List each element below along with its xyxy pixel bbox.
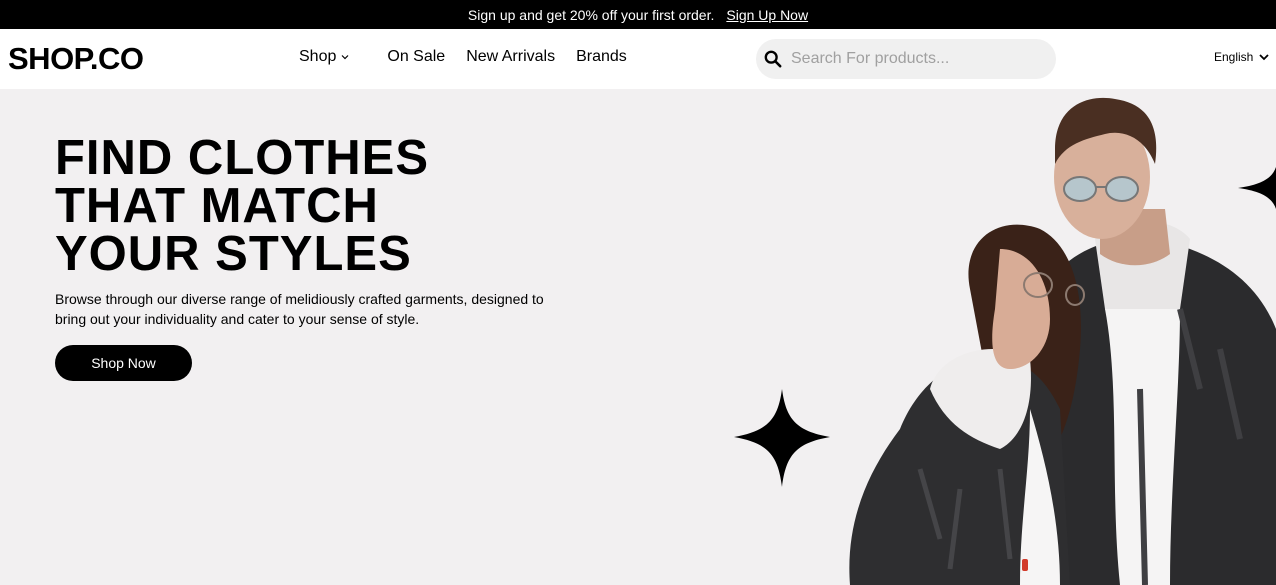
woman-figure — [849, 224, 1085, 585]
nav-on-sale[interactable]: On Sale — [387, 48, 445, 66]
sign-up-link[interactable]: Sign Up Now — [726, 7, 808, 23]
nav-shop[interactable]: Shop — [299, 48, 349, 66]
language-select[interactable]: English — [1214, 50, 1269, 64]
site-header: SHOP.CO Shop On Sale New Arrivals Brands… — [0, 29, 1276, 89]
main-nav: Shop On Sale New Arrivals Brands — [299, 48, 627, 66]
hero-description: Browse through our diverse range of meli… — [55, 291, 544, 327]
chevron-down-icon — [341, 55, 349, 60]
sparkle-star-icon — [734, 389, 830, 487]
language-label: English — [1214, 50, 1254, 64]
search-input[interactable] — [791, 50, 1041, 68]
hero-section: FIND CLOTHES THAT MATCH YOUR STYLES Brow… — [0, 89, 1276, 585]
nav-shop-label: Shop — [299, 48, 337, 65]
hero-title-line-1: FIND CLOTHES — [55, 131, 430, 185]
nav-new-arrivals[interactable]: New Arrivals — [466, 48, 555, 66]
sparkle-star-icon — [1238, 167, 1276, 209]
hero-title-line-2: THAT MATCH — [55, 179, 379, 233]
site-logo[interactable]: SHOP.CO — [8, 41, 144, 77]
hero-title-line-3: YOUR STYLES — [55, 227, 412, 281]
hero-image — [734, 97, 1276, 585]
nav-brands[interactable]: Brands — [576, 48, 627, 66]
shop-now-button[interactable]: Shop Now — [55, 345, 192, 381]
promo-bar: Sign up and get 20% off your first order… — [0, 0, 1276, 29]
search-bar[interactable] — [756, 39, 1056, 79]
hero-title: FIND CLOTHES THAT MATCH YOUR STYLES — [55, 131, 555, 281]
chevron-down-icon — [1259, 54, 1269, 61]
promo-text: Sign up and get 20% off your first order… — [467, 6, 715, 23]
search-icon — [764, 50, 782, 68]
